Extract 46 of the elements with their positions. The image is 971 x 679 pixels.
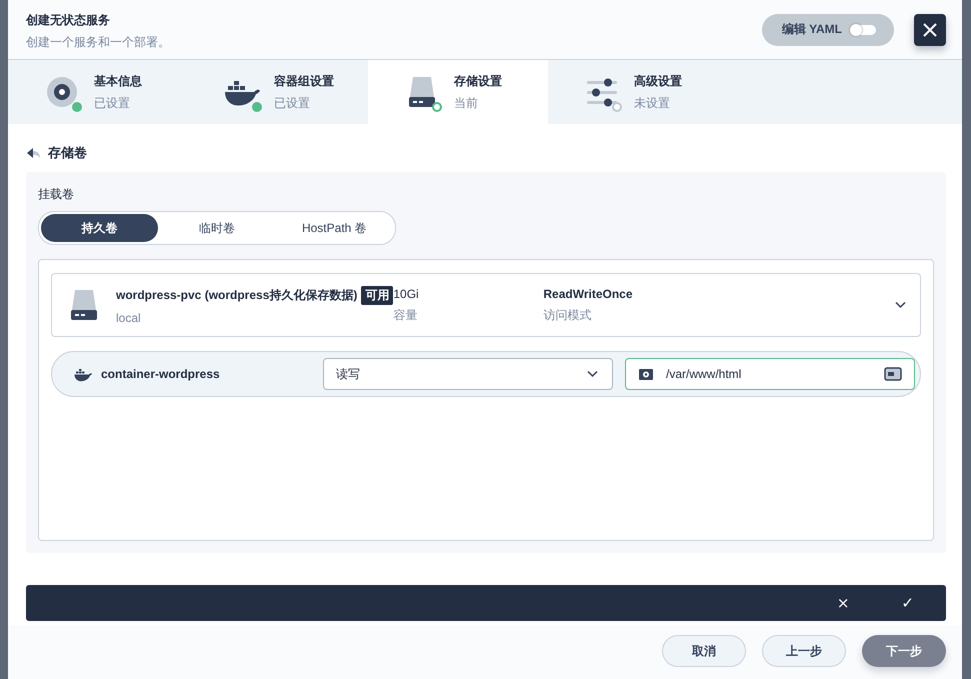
step-status: 已设置 [94,94,130,112]
step-title: 容器组设置 [274,72,334,90]
chevron-icon [587,370,598,378]
footer-button[interactable]: 上一步 [762,635,846,667]
status-badge: 可用 [361,286,394,304]
volume-card[interactable]: wordpress-pvc (wordpress持久化保存数据) 可用 local 10Gi 容量 ReadWriteOnce 访问模式 [51,273,921,337]
access-mode-select[interactable]: 读写 [323,358,613,390]
step-tab[interactable]: 基本信息 已设置 [8,60,188,124]
volume-type-tab[interactable]: HostPath 卷 [276,214,393,242]
hard-drive-icon [70,288,98,322]
access-mode-value: ReadWriteOnce [543,286,633,300]
step-status: 当前 [454,94,478,112]
section-title: 存储卷 [48,144,87,162]
cancel-button[interactable]: × [836,594,850,612]
volume-type-tab[interactable]: 临时卷 [158,214,276,242]
edit-yaml-toggle[interactable]: 编辑 YAML [762,14,894,46]
step-tab[interactable]: 存储设置 当前 [368,60,548,124]
close-icon [922,22,938,38]
hard-drive-icon [408,75,436,109]
footer-button[interactable]: 下一步 [862,635,946,667]
access-mode-label: 访问模式 [543,306,592,324]
step-tab[interactable]: 高级设置 未设置 [548,60,728,124]
mount-path-field[interactable]: /var/www/html [625,358,915,390]
container-name: container-wordpress [101,367,220,381]
capacity-value: 10Gi [393,286,420,300]
step-title: 基本信息 [94,72,142,90]
step-status: 已设置 [274,94,310,112]
step-status: 未设置 [634,94,670,112]
dialog-title: 创建无状态服务 [26,12,110,29]
footer-button[interactable]: 取消 [662,635,746,667]
sliders-icon [586,76,618,108]
close-button[interactable] [914,14,946,46]
whale-icon [74,366,92,382]
step-title: 存储设置 [454,72,502,90]
field-label: 挂载卷 [38,186,74,203]
storage-class: local [116,310,141,324]
capacity-label: 容量 [393,306,418,324]
back-arrow-icon [26,147,40,159]
confirm-button[interactable]: ✓ [901,594,914,612]
volume-type-tab[interactable]: 持久卷 [41,214,158,242]
step-tab[interactable]: 容器组设置 已设置 [188,60,368,124]
dialog-subtitle: 创建一个服务和一个部署。 [26,34,170,51]
volume-name: wordpress-pvc (wordpress持久化保存数据) [116,286,358,304]
disc-icon [46,76,78,108]
terminal-icon [884,367,902,381]
step-title: 高级设置 [634,72,682,90]
